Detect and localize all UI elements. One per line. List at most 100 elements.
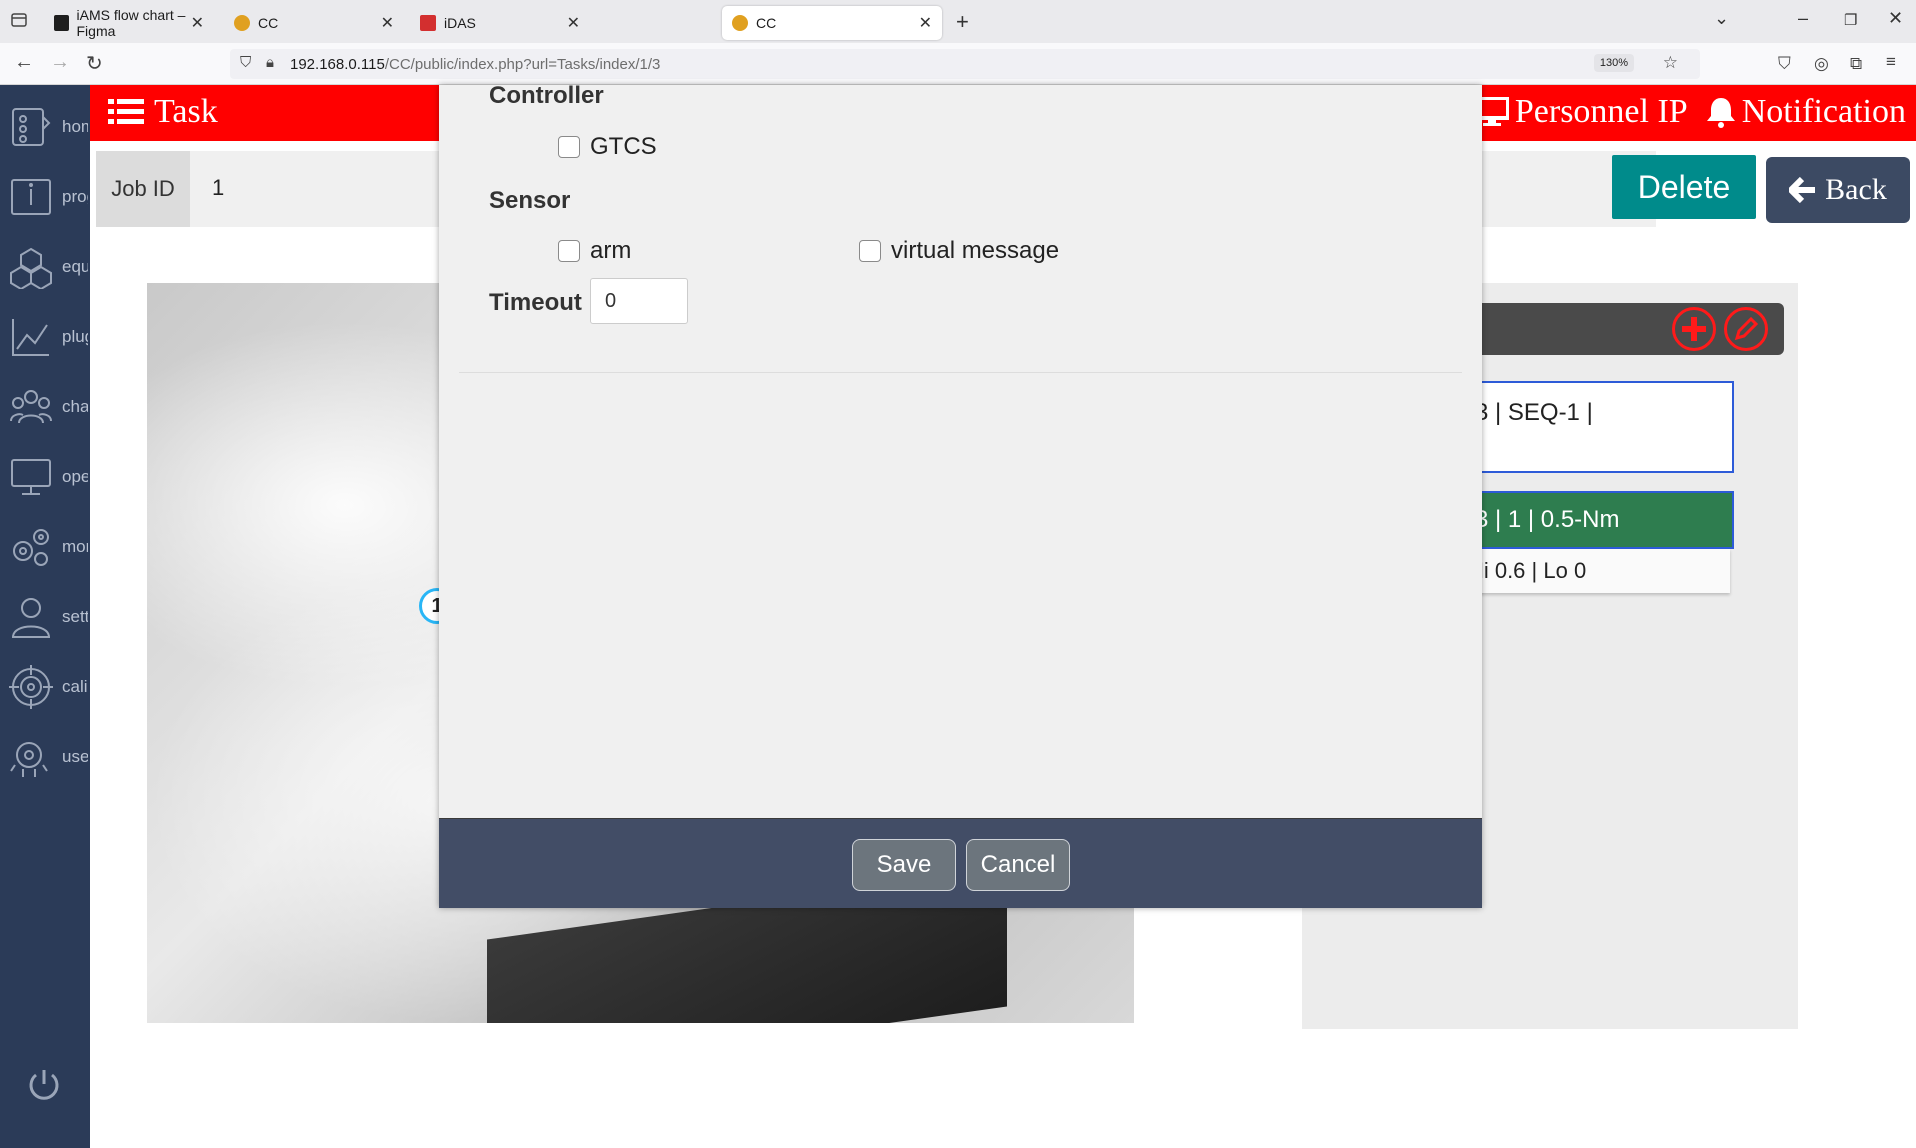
page-title: Task — [108, 93, 218, 131]
chevron-down-icon[interactable]: ⌄ — [1714, 8, 1729, 29]
sidebar: home program equipment plug change opera… — [0, 85, 90, 1148]
close-icon[interactable]: ✕ — [567, 13, 580, 33]
sidebar-item-label: home — [62, 117, 88, 136]
browser-tab-bar: iAMS flow chart – Figma ✕ CC ✕ iDAS ✕ CC… — [0, 0, 1916, 43]
bell-icon — [1706, 98, 1735, 128]
back-button[interactable]: Back — [1766, 157, 1910, 223]
zoom-level[interactable]: 130% — [1593, 54, 1634, 72]
header-actions: Personnel IP Notification — [1474, 93, 1906, 131]
controller-heading: Controller — [489, 82, 604, 109]
sidebar-item-home[interactable]: home — [8, 102, 90, 152]
sidebar-item-label: operation — [62, 467, 88, 486]
sidebar-item-label: program — [62, 187, 88, 206]
window-close-icon[interactable]: ✕ — [1888, 8, 1903, 29]
modal-divider — [459, 372, 1462, 373]
page-title-text: Task — [154, 93, 218, 130]
new-tab-icon[interactable]: + — [956, 9, 969, 35]
dashboard-icon — [8, 104, 54, 150]
personnel-ip-link[interactable]: Personnel IP — [1474, 93, 1688, 131]
back-arrow-icon[interactable]: ← — [14, 51, 34, 74]
sidebar-item-label: equipment — [62, 257, 88, 276]
tab-label: iDAS — [444, 15, 476, 31]
browser-tab-cc[interactable]: CC ✕ — [224, 6, 404, 40]
notification-label: Notification — [1741, 93, 1906, 130]
tab-list-icon[interactable] — [10, 11, 28, 34]
controller-option-gtcs[interactable]: GTCS — [558, 133, 657, 161]
close-icon[interactable]: ✕ — [919, 13, 932, 33]
edit-pencil-icon[interactable] — [1724, 307, 1768, 351]
sidebar-item-label: setting — [62, 607, 88, 626]
monitor-icon — [8, 454, 54, 500]
cancel-button[interactable]: Cancel — [966, 839, 1070, 891]
sidebar-item-program[interactable]: program — [8, 172, 90, 222]
virtual-message-label: virtual message — [891, 237, 1060, 264]
arm-label: arm — [590, 237, 632, 264]
sensor-heading: Sensor — [489, 187, 571, 214]
sensor-option-arm[interactable]: arm — [558, 237, 631, 265]
forward-arrow-icon[interactable]: → — [50, 51, 70, 74]
sidebar-item-label: change — [62, 397, 88, 416]
timeout-label: Timeout — [489, 289, 582, 316]
shield-icon[interactable]: ⛉ — [240, 54, 251, 71]
modal-footer: Save Cancel — [439, 818, 1482, 908]
target-icon — [8, 664, 54, 710]
url-path: /CC/public/index.php?url=Tasks/index/1/3 — [384, 55, 661, 73]
sidebar-item-plug[interactable]: plug — [8, 312, 90, 362]
notification-link[interactable]: Notification — [1706, 93, 1906, 131]
add-icon[interactable] — [1672, 307, 1716, 351]
gtcs-checkbox[interactable] — [558, 136, 580, 158]
save-button[interactable]: Save — [852, 839, 956, 891]
sidebar-item-calibration[interactable]: calibration — [8, 662, 90, 712]
sidebar-item-monitor[interactable]: monitor — [8, 522, 90, 572]
browser-tab-cc-active[interactable]: CC ✕ — [722, 6, 942, 40]
modal-body: Controller GTCS Sensor arm virtual messa… — [439, 82, 1482, 818]
job-id-label: Job ID — [96, 151, 190, 227]
account-icon[interactable]: ◎ — [1814, 54, 1829, 74]
minimize-icon[interactable]: – — [1798, 8, 1808, 29]
sidebar-item-label: plug — [62, 327, 88, 346]
sidebar-item-setting[interactable]: setting — [8, 592, 90, 642]
info-panel-icon — [8, 174, 54, 220]
cowboy-favicon-icon — [234, 15, 250, 31]
url-bar[interactable]: ⛉ 🔒︎ 192.168.0.115/CC/public/index.php?u… — [230, 49, 1700, 79]
line-chart-icon — [8, 314, 54, 360]
cowboy-favicon-icon — [732, 15, 748, 31]
user-icon — [8, 594, 54, 640]
restore-icon[interactable]: ❐ — [1844, 11, 1857, 29]
browser-tab-figma[interactable]: iAMS flow chart – Figma ✕ — [44, 6, 214, 40]
figma-favicon-icon — [54, 15, 69, 31]
sidebar-item-equipment[interactable]: equipment — [8, 242, 90, 292]
power-icon[interactable] — [26, 1067, 62, 1108]
virtual-message-checkbox[interactable] — [859, 240, 881, 262]
arm-checkbox[interactable] — [558, 240, 580, 262]
close-icon[interactable]: ✕ — [381, 13, 394, 33]
idas-favicon-icon — [420, 15, 436, 31]
browser-nav-bar: ← → ↻ ⛉ 🔒︎ 192.168.0.115/CC/public/index… — [0, 43, 1916, 85]
sensor-option-virtual-message[interactable]: virtual message — [859, 237, 1059, 265]
close-icon[interactable]: ✕ — [191, 13, 204, 33]
extensions-icon[interactable]: ⧉ — [1850, 54, 1862, 74]
list-icon — [108, 99, 144, 124]
cubes-icon — [8, 244, 54, 290]
lock-icon[interactable]: 🔒︎ — [266, 54, 274, 71]
sidebar-item-label: calibration — [62, 677, 88, 696]
sidebar-item-change[interactable]: change — [8, 382, 90, 432]
menu-icon[interactable]: ≡ — [1886, 52, 1896, 72]
sidebar-item-label: monitor — [62, 537, 88, 556]
browser-tab-idas[interactable]: iDAS ✕ — [410, 6, 590, 40]
pocket-icon[interactable]: ⛉ — [1778, 54, 1791, 74]
gears-icon — [8, 524, 54, 570]
personnel-ip-label: Personnel IP — [1514, 93, 1688, 130]
sidebar-item-operation[interactable]: operation — [8, 452, 90, 502]
settings-user-icon — [8, 734, 54, 780]
bookmark-star-icon[interactable]: ☆ — [1663, 53, 1678, 73]
timeout-input[interactable]: 0 — [590, 278, 688, 324]
sidebar-item-user[interactable]: user — [8, 732, 90, 782]
tab-label: CC — [756, 15, 777, 31]
arrow-left-icon — [1789, 177, 1816, 203]
back-button-label: Back — [1825, 173, 1887, 206]
sidebar-item-label: user — [62, 747, 88, 766]
reload-icon[interactable]: ↻ — [86, 51, 103, 76]
delete-button[interactable]: Delete — [1612, 155, 1756, 219]
gtcs-label: GTCS — [590, 133, 657, 160]
